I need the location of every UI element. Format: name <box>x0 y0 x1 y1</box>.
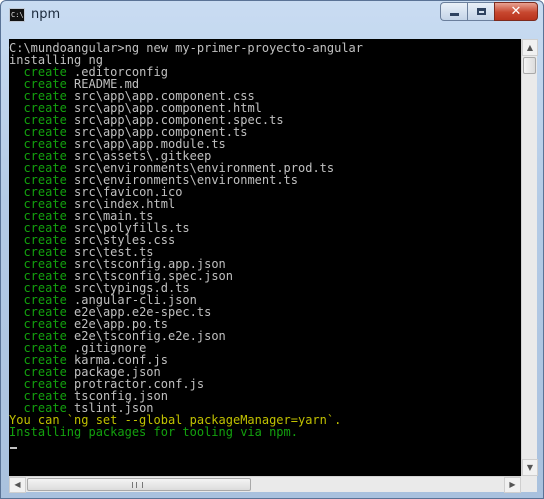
console-output[interactable]: C:\mundoangular>ng new my-primer-proyect… <box>9 39 521 476</box>
arrow-up-icon: ▲ <box>526 43 534 52</box>
horizontal-scroll-thumb[interactable] <box>27 478 251 491</box>
minimize-button[interactable] <box>440 2 467 21</box>
window-title: npm <box>31 7 61 22</box>
scroll-right-button[interactable]: ▶ <box>504 477 521 493</box>
cmd-icon[interactable]: C:\ <box>9 8 25 22</box>
scroll-left-button[interactable]: ◀ <box>9 477 26 493</box>
console-window: C:\ npm ✕ C:\mundoangular>ng new my-prim… <box>0 0 544 499</box>
arrow-left-icon: ◀ <box>14 480 21 489</box>
scroll-up-button[interactable]: ▲ <box>522 39 538 56</box>
close-icon: ✕ <box>510 4 522 19</box>
scroll-down-button[interactable]: ▼ <box>522 459 538 476</box>
title-bar[interactable]: C:\ npm ✕ <box>1 1 543 31</box>
arrow-down-icon: ▼ <box>526 463 534 472</box>
scrollbar-corner <box>521 476 537 492</box>
grip-icon <box>132 482 143 488</box>
arrow-right-icon: ▶ <box>509 480 516 489</box>
status-line: Installing packages for tooling via npm. <box>9 425 298 439</box>
text-cursor <box>10 447 17 449</box>
maximize-icon <box>476 8 486 15</box>
horizontal-scrollbar[interactable]: ◀ ▶ <box>9 476 521 493</box>
vertical-scroll-thumb[interactable] <box>523 57 536 74</box>
close-button[interactable]: ✕ <box>494 2 538 21</box>
minimize-icon <box>449 13 459 16</box>
vertical-scrollbar[interactable]: ▲ ▼ <box>521 39 538 476</box>
maximize-button[interactable] <box>467 2 494 21</box>
caption-buttons: ✕ <box>440 2 538 22</box>
